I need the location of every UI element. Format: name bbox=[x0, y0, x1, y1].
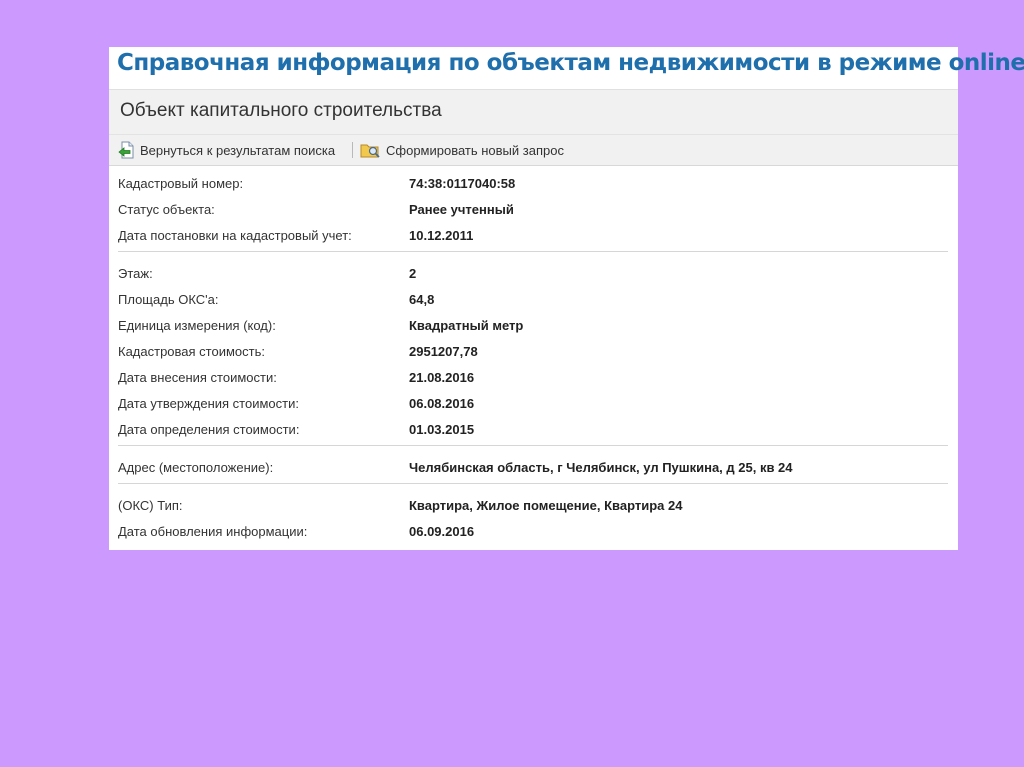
detail-row: Дата утверждения стоимости: 06.08.2016 bbox=[118, 396, 948, 414]
detail-value: 2 bbox=[409, 266, 417, 281]
detail-row: Единица измерения (код): Квадратный метр bbox=[118, 318, 948, 336]
detail-label: Этаж: bbox=[118, 266, 153, 281]
detail-label: Кадастровый номер: bbox=[118, 176, 244, 191]
detail-label: Дата определения стоимости: bbox=[118, 422, 300, 437]
detail-label: Дата обновления информации: bbox=[118, 524, 308, 539]
detail-label: Единица измерения (код): bbox=[118, 318, 276, 333]
new-request-button[interactable]: Сформировать новый запрос bbox=[360, 141, 564, 159]
detail-row: Статус объекта: Ранее учтенный bbox=[118, 202, 948, 220]
detail-value: Ранее учтенный bbox=[409, 202, 514, 217]
detail-label: Статус объекта: bbox=[118, 202, 215, 217]
detail-row: Дата постановки на кадастровый учет: 10.1… bbox=[118, 228, 948, 246]
detail-value: 06.08.2016 bbox=[409, 396, 475, 411]
detail-row: Кадастровая стоимость: 2951207,78 bbox=[118, 344, 948, 362]
group-divider bbox=[118, 445, 948, 446]
detail-row: Дата обновления информации: 06.09.2016 bbox=[118, 524, 948, 542]
group-divider bbox=[118, 483, 948, 484]
detail-value: Челябинская область, г Челябинск, ул Пуш… bbox=[409, 460, 793, 475]
back-arrow-icon bbox=[118, 141, 134, 159]
back-to-results-button[interactable]: Вернуться к результатам поиска bbox=[118, 141, 335, 159]
detail-row: Кадастровый номер: 74:38:0117040:58 bbox=[118, 176, 948, 194]
detail-label: Площадь ОКС'а: bbox=[118, 292, 219, 307]
detail-row: Дата внесения стоимости: 21.08.2016 bbox=[118, 370, 948, 388]
detail-value: 2951207,78 bbox=[409, 344, 478, 359]
detail-value: Квартира, Жилое помещение, Квартира 24 bbox=[409, 498, 683, 513]
detail-value: 10.12.2011 bbox=[409, 228, 474, 243]
detail-row: Этаж: 2 bbox=[118, 266, 948, 284]
detail-value: 01.03.2015 bbox=[409, 422, 475, 437]
detail-label: Дата утверждения стоимости: bbox=[118, 396, 299, 411]
info-panel: Справочная информация по объектам недвиж… bbox=[109, 47, 1024, 550]
folder-search-icon bbox=[360, 144, 380, 158]
page-title: Справочная информация по объектам недвиж… bbox=[117, 50, 1024, 76]
detail-value: Квадратный метр bbox=[409, 318, 524, 333]
group-divider bbox=[118, 251, 948, 252]
detail-value: 06.09.2016 bbox=[409, 524, 475, 539]
detail-row: Дата определения стоимости: 01.03.2015 bbox=[118, 422, 948, 440]
detail-value: 74:38:0117040:58 bbox=[409, 176, 516, 191]
section-title: Объект капитального строительства bbox=[120, 100, 442, 121]
detail-label: (ОКС) Тип: bbox=[118, 498, 183, 513]
detail-row: (ОКС) Тип: Квартира, Жилое помещение, Ква… bbox=[118, 498, 948, 516]
detail-label: Адрес (местоположение): bbox=[118, 460, 274, 475]
detail-label: Кадастровая стоимость: bbox=[118, 344, 265, 359]
toolbar: Вернуться к результатам поиска Сформиров… bbox=[109, 134, 958, 166]
detail-value: 64,8 bbox=[409, 292, 435, 307]
detail-label: Дата внесения стоимости: bbox=[118, 370, 277, 385]
back-to-results-label: Вернуться к результатам поиска bbox=[140, 142, 336, 158]
detail-label: Дата постановки на кадастровый учет: bbox=[118, 228, 352, 243]
detail-value: 21.08.2016 bbox=[409, 370, 475, 385]
section-header: Объект капитального строительства bbox=[109, 89, 958, 135]
toolbar-separator bbox=[352, 142, 353, 158]
detail-row: Адрес (местоположение): Челябинская облас… bbox=[118, 460, 948, 478]
detail-row: Площадь ОКС'а: 64,8 bbox=[118, 292, 948, 310]
new-request-label: Сформировать новый запрос bbox=[386, 142, 564, 158]
